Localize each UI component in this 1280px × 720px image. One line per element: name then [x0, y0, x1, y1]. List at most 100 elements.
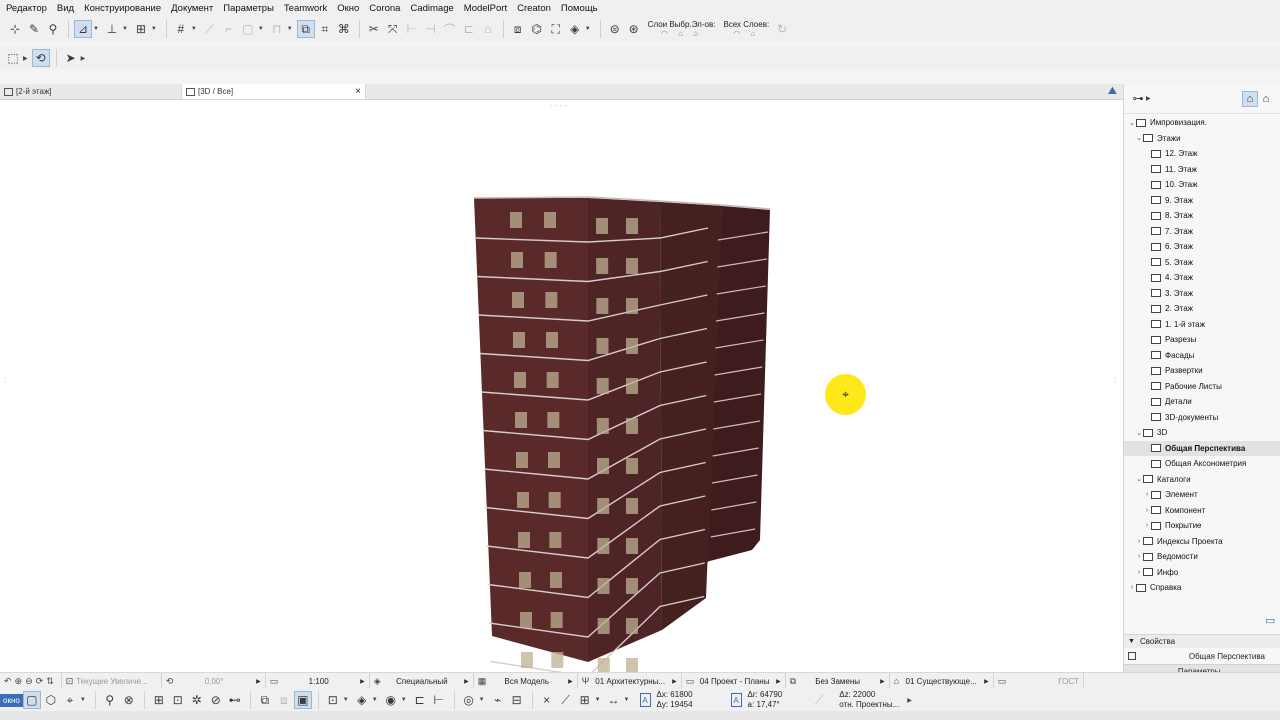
- tree-floor-item[interactable]: 11. Этаж: [1124, 162, 1280, 178]
- chevron-right-icon[interactable]: ›: [1128, 584, 1136, 591]
- cutaway-icon[interactable]: ⊘: [207, 691, 225, 709]
- chevron-down-icon[interactable]: ▼: [624, 697, 630, 703]
- redo-icon[interactable]: ↻: [773, 20, 791, 38]
- tree-root[interactable]: ⌄ Импровизация.: [1124, 115, 1280, 131]
- orbit-icon[interactable]: ⊗: [120, 691, 138, 709]
- snap-icon[interactable]: ⊞: [576, 691, 594, 709]
- chevron-right-icon[interactable]: ›: [1143, 507, 1151, 514]
- grid-snap-icon[interactable]: ⊞: [132, 20, 150, 38]
- fit-icon[interactable]: ⊞: [150, 691, 168, 709]
- guide-line-icon[interactable]: ⟋: [557, 691, 575, 709]
- undo-zoom-icon[interactable]: ↶: [4, 676, 12, 687]
- close-icon[interactable]: ×: [355, 86, 361, 97]
- chevron-right-icon[interactable]: ›: [1135, 538, 1143, 545]
- group-icon[interactable]: ⌗: [316, 20, 334, 38]
- menu-view[interactable]: Вид: [52, 3, 79, 14]
- box-icon[interactable]: ▢: [239, 20, 257, 38]
- new-view-icon[interactable]: ▭: [1265, 614, 1275, 627]
- axonometry-view-icon[interactable]: ⬡: [42, 691, 60, 709]
- node-icon[interactable]: ⊹: [6, 20, 24, 38]
- chevron-down-icon[interactable]: ▼: [372, 697, 378, 703]
- navigation-icon[interactable]: ⌖: [61, 691, 79, 709]
- arrow-tool-icon[interactable]: ➤: [62, 49, 80, 67]
- layout-icon[interactable]: ⊟: [508, 691, 526, 709]
- pen-icon[interactable]: ✎: [25, 20, 43, 38]
- orbit-view-icon[interactable]: ⟳: [36, 676, 44, 687]
- menu-cadimage[interactable]: Cadimage: [405, 3, 458, 14]
- menu-creaton[interactable]: Creaton: [512, 3, 556, 14]
- chevron-right-icon[interactable]: ▶: [1146, 95, 1151, 102]
- grid-icon[interactable]: #: [172, 20, 190, 38]
- chevron-down-icon[interactable]: ▼: [585, 26, 591, 32]
- shading-icon[interactable]: ◈: [353, 691, 371, 709]
- menu-corona[interactable]: Corona: [364, 3, 405, 14]
- tree-interior-elevations[interactable]: Развертки: [1124, 363, 1280, 379]
- all-layers-control[interactable]: Всех Слоев: ◠ ⌂: [723, 20, 769, 38]
- 3d-viewport[interactable]: - - - - ⁞ ⁞ ⌖: [0, 100, 1123, 672]
- chevron-right-icon[interactable]: ›: [1135, 569, 1143, 576]
- roof-icon[interactable]: ⌂: [479, 20, 497, 38]
- zoom-window-icon[interactable]: ⊡: [324, 691, 342, 709]
- chevron-down-icon[interactable]: ⌄: [1128, 119, 1136, 127]
- layer-settings-icon[interactable]: ⊜: [606, 20, 624, 38]
- layer-combo-icon[interactable]: ⊛: [625, 20, 643, 38]
- polar-lock-icon[interactable]: A: [730, 693, 742, 707]
- lock-icon[interactable]: ⊓: [268, 20, 286, 38]
- override-dropdown[interactable]: ⧉ Без Замены ▶: [786, 672, 890, 690]
- 3d-window-icon[interactable]: ▣: [293, 691, 312, 709]
- zoom-out-icon[interactable]: ⊖: [25, 676, 33, 687]
- perspective-view-icon[interactable]: ▢: [22, 691, 41, 709]
- copy-icon[interactable]: ⧉: [256, 691, 274, 709]
- model-filter-dropdown[interactable]: ▦ Вся Модель ▶: [474, 672, 578, 690]
- tab-floor-plan[interactable]: [2-й этаж]: [0, 84, 182, 99]
- eyedropper-icon[interactable]: ⚲: [44, 20, 62, 38]
- chevron-down-icon[interactable]: ▼: [401, 697, 407, 703]
- tree-floor-item[interactable]: 12. Этаж: [1124, 146, 1280, 162]
- suspend-groups-icon[interactable]: ⧉: [296, 20, 315, 38]
- adjust-icon[interactable]: ⊣: [422, 20, 440, 38]
- menu-design[interactable]: Конструирование: [79, 3, 166, 14]
- tree-floor-item[interactable]: 7. Этаж: [1124, 224, 1280, 240]
- tree-details[interactable]: Детали: [1124, 394, 1280, 410]
- marquee-icon[interactable]: ⬚: [4, 49, 22, 67]
- offset-icon[interactable]: ⊏: [460, 20, 478, 38]
- tree-floor-item[interactable]: 10. Этаж: [1124, 177, 1280, 193]
- zoom-in-icon[interactable]: ⊕: [15, 676, 23, 687]
- chevron-down-icon[interactable]: ▼: [479, 697, 485, 703]
- tree-catalog-component[interactable]: › Компонент: [1124, 503, 1280, 519]
- view-map-icon[interactable]: ⌂: [1242, 90, 1258, 107]
- tree-worksheets[interactable]: Рабочие Листы: [1124, 379, 1280, 395]
- window-button[interactable]: окно: [0, 693, 23, 707]
- chevron-right-icon[interactable]: ▶: [907, 697, 912, 704]
- ungroup-icon[interactable]: ⌘: [335, 20, 353, 38]
- renovation-dropdown[interactable]: ⌂ 01 Существующе... ▶: [890, 672, 994, 690]
- menu-modelport[interactable]: ModelPort: [459, 3, 512, 14]
- chevron-down-icon[interactable]: ▶: [23, 55, 28, 62]
- pen-set-dropdown[interactable]: Ψ 01 Архитектурны... ▶: [578, 672, 682, 690]
- chevron-down-icon[interactable]: ⌄: [1135, 134, 1143, 142]
- chevron-right-icon[interactable]: ›: [1135, 553, 1143, 560]
- orbit-icon[interactable]: ⟲: [31, 49, 50, 67]
- tree-catalogs[interactable]: ⌄ Каталоги: [1124, 472, 1280, 488]
- menu-help[interactable]: Помощь: [556, 3, 603, 14]
- pick-icon[interactable]: ⌐: [220, 20, 238, 38]
- tree-perspective[interactable]: Общая Перспектива: [1124, 440, 1280, 456]
- snap-guide-icon[interactable]: ⊿: [74, 20, 92, 38]
- chevron-down-icon[interactable]: ▶: [81, 55, 86, 62]
- mvo-dropdown[interactable]: ▭ 04 Проект - Планы ▶: [682, 672, 786, 690]
- wand-icon[interactable]: ⟋: [201, 20, 219, 38]
- tree-floor-item[interactable]: 5. Этаж: [1124, 255, 1280, 271]
- tree-floor-item[interactable]: 4. Этаж: [1124, 270, 1280, 286]
- layout-book-icon[interactable]: ⌂: [1258, 91, 1274, 107]
- chevron-down-icon[interactable]: ▼: [287, 26, 293, 32]
- menu-document[interactable]: Документ: [166, 3, 218, 14]
- tree-3d-documents[interactable]: 3D-документы: [1124, 410, 1280, 426]
- chevron-down-icon[interactable]: ▼: [151, 26, 157, 32]
- chevron-down-icon[interactable]: ▼: [122, 26, 128, 32]
- tree-sections[interactable]: Разрезы: [1124, 332, 1280, 348]
- structure-display-dropdown[interactable]: ◈ Специальный ▶: [370, 672, 474, 690]
- rotation-field[interactable]: ⟲ 0,00° ▶: [162, 672, 266, 690]
- walk-icon[interactable]: ⇅: [46, 676, 54, 687]
- properties-header[interactable]: ▼ Свойства: [1124, 634, 1280, 648]
- tree-axonometry[interactable]: Общая Аксонометрия: [1124, 456, 1280, 472]
